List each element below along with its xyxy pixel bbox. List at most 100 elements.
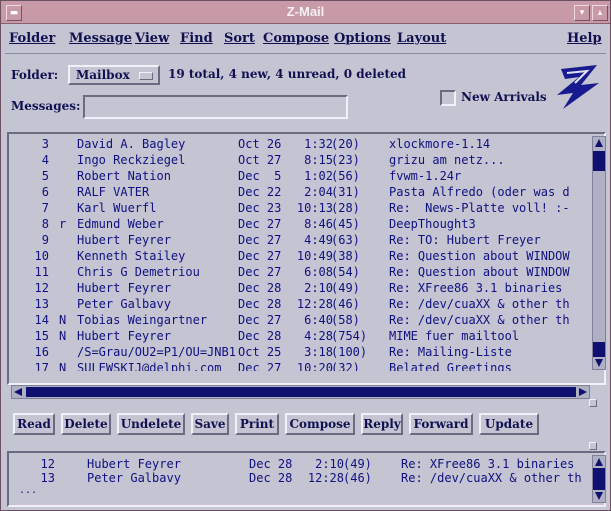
menu-options[interactable]: Options bbox=[334, 31, 391, 46]
table-row[interactable]: 14 N Tobias Weingartner Dec 27 6:40 (58) Re: /… bbox=[9, 313, 589, 329]
table-row[interactable]: 15 N Hubert Feyrer Dec 28 4:28 (754) MIME fuer… bbox=[9, 329, 589, 345]
message-size: (23) bbox=[331, 153, 360, 167]
reply-button[interactable]: Reply bbox=[361, 413, 403, 435]
message-list-vscrollbar[interactable] bbox=[592, 136, 606, 370]
message-time: 2:10 bbox=[304, 281, 333, 295]
message-num: 7 bbox=[41, 201, 49, 215]
menu-find[interactable]: Find bbox=[180, 31, 213, 46]
message-size: (754) bbox=[331, 329, 368, 343]
scroll-up-icon[interactable] bbox=[595, 139, 603, 147]
read-button[interactable]: Read bbox=[13, 413, 55, 435]
minimize-icon[interactable]: ▾ bbox=[574, 5, 590, 21]
message-date: Oct 26 bbox=[238, 137, 282, 151]
delete-button[interactable]: Delete bbox=[61, 413, 111, 435]
message-num: 3 bbox=[41, 137, 49, 151]
folder-value: Mailbox bbox=[76, 68, 130, 82]
option-menu-icon bbox=[139, 72, 153, 80]
menu-sort[interactable]: Sort bbox=[224, 31, 255, 46]
message-date: Dec 27 bbox=[238, 217, 282, 231]
message-from: David A. Bagley bbox=[77, 137, 186, 151]
menu-message[interactable]: Message bbox=[69, 31, 132, 46]
menu-compose[interactable]: Compose bbox=[263, 31, 329, 46]
preview-scroll-up-icon[interactable] bbox=[595, 458, 603, 466]
table-row[interactable]: 3 David A. Bagley Oct 26 1:32 (20) xlockmore-… bbox=[9, 137, 589, 153]
message-size: (32) bbox=[331, 361, 360, 371]
menu-layout[interactable]: Layout bbox=[397, 31, 446, 46]
message-list-hscroll-thumb[interactable] bbox=[26, 387, 576, 397]
message-size: (38) bbox=[331, 249, 360, 263]
table-row[interactable]: 9 Hubert Feyrer Dec 27 4:49 (63) Re: TO: Hube… bbox=[9, 233, 589, 249]
table-row[interactable]: 8 r Edmund Weber Dec 27 8:46 (45) DeepThought3 bbox=[9, 217, 589, 233]
message-from: /S=Grau/OU2=P1/OU=JNB1 bbox=[77, 345, 236, 359]
preview-scroll-thumb[interactable] bbox=[593, 468, 605, 490]
message-from: Hubert Feyrer bbox=[77, 329, 171, 343]
print-button[interactable]: Print bbox=[235, 413, 279, 435]
message-date: Dec 28 bbox=[238, 281, 282, 295]
message-size: (54) bbox=[331, 265, 360, 279]
message-list-scroll-thumb-end[interactable] bbox=[593, 342, 605, 357]
pane-sash-lower[interactable] bbox=[589, 442, 597, 450]
message-subject: Re: Question about WINDOW bbox=[389, 249, 570, 263]
preview-subject: Re: XFree86 3.1 binaries bbox=[401, 457, 575, 471]
message-list[interactable]: 3 David A. Bagley Oct 26 1:32 (20) xlockmore-… bbox=[7, 132, 606, 399]
message-list-scroll-thumb[interactable] bbox=[593, 151, 605, 171]
table-row[interactable]: 16/S=Grau/OU2=P1/OU=JNB1 Oct 25 3:18 (100) R… bbox=[9, 345, 589, 361]
menu-bar: Folder Message View Find Sort Compose Op… bbox=[5, 27, 606, 54]
message-date: Dec 28 bbox=[238, 297, 282, 311]
message-time: 10:13 bbox=[296, 201, 333, 215]
scroll-left-icon[interactable] bbox=[14, 388, 22, 396]
folder-status: 19 total, 4 new, 4 unread, 0 deleted bbox=[168, 67, 407, 81]
menu-help[interactable]: Help bbox=[567, 31, 602, 46]
table-row[interactable]: 12 Hubert Feyrer Dec 28 2:10 (49) Re: XFree86… bbox=[9, 281, 589, 297]
message-subject: grizu am netz... bbox=[389, 153, 505, 167]
scroll-down-icon[interactable] bbox=[595, 359, 603, 367]
table-row[interactable]: 13 Peter Galbavy Dec 28 12:28 (46) Re: /dev/c… bbox=[9, 297, 589, 313]
forward-button[interactable]: Forward bbox=[409, 413, 473, 435]
message-rows[interactable]: 3 David A. Bagley Oct 26 1:32 (20) xlockmore-… bbox=[9, 137, 589, 371]
table-row[interactable]: 4 Ingo Reckziegel Oct 27 8:15 (23) grizu am n… bbox=[9, 153, 589, 169]
message-flag: N bbox=[59, 361, 67, 371]
message-time: 6:08 bbox=[304, 265, 333, 279]
title-bar[interactable]: ▬ Z-Mail ▾ ▴ bbox=[1, 1, 610, 24]
message-flag: N bbox=[59, 313, 67, 327]
message-num: 10 bbox=[34, 249, 49, 263]
preview-vscrollbar[interactable] bbox=[592, 455, 606, 503]
message-time: 2:04 bbox=[304, 185, 333, 199]
preview-size: (46) bbox=[343, 471, 372, 485]
compose-button[interactable]: Compose bbox=[285, 413, 355, 435]
message-from: Tobias Weingartner bbox=[77, 313, 208, 327]
messages-input[interactable] bbox=[83, 95, 348, 119]
message-num: 9 bbox=[41, 233, 49, 247]
folder-label: Folder: bbox=[11, 68, 59, 82]
message-num: 4 bbox=[41, 153, 49, 167]
folder-option-menu[interactable]: Mailbox bbox=[68, 65, 160, 85]
message-from: Edmund Weber bbox=[77, 217, 164, 231]
scroll-right-icon[interactable] bbox=[579, 388, 587, 396]
new-arrivals-checkbox[interactable] bbox=[440, 90, 456, 106]
preview-time: 2:10 bbox=[315, 457, 344, 471]
message-date: Dec 5 bbox=[238, 169, 282, 183]
menu-folder[interactable]: Folder bbox=[9, 31, 55, 46]
maximize-icon[interactable]: ▴ bbox=[592, 5, 608, 21]
table-row[interactable]: 10 Kenneth Stailey Dec 27 10:49 (38) Re: Ques… bbox=[9, 249, 589, 265]
table-row[interactable]: 5 Robert Nation Dec 5 1:02 (56) fvwm-1.24r bbox=[9, 169, 589, 185]
preview-pane[interactable]: 12 Hubert Feyrer Dec 28 2:10 (49) Re: XFree86… bbox=[7, 451, 606, 507]
preview-date: Dec 28 bbox=[249, 471, 293, 485]
update-button[interactable]: Update bbox=[479, 413, 539, 435]
message-date: Oct 25 bbox=[238, 345, 282, 359]
message-subject: fvwm-1.24r bbox=[389, 169, 462, 183]
table-row[interactable]: 6 RALF VATER Dec 22 2:04 (31) Pasta Alfredo (… bbox=[9, 185, 589, 201]
table-row[interactable]: 7 Karl Wuerfl Dec 23 10:13 (28) Re: News-Plat… bbox=[9, 201, 589, 217]
table-row[interactable]: 11 Chris G Demetriou Dec 27 6:08 (54) Re: Que… bbox=[9, 265, 589, 281]
message-size: (100) bbox=[331, 345, 368, 359]
preview-scroll-down-icon[interactable] bbox=[595, 492, 603, 500]
preview-continuation: ... bbox=[19, 485, 38, 496]
menu-view[interactable]: View bbox=[135, 31, 169, 46]
preview-num: 12 bbox=[40, 457, 55, 471]
message-from: RALF VATER bbox=[77, 185, 150, 199]
table-row[interactable]: 17 N SULEWSKIJ@delphi.com Dec 27 10:20 (32) Be… bbox=[9, 361, 589, 371]
message-list-hscrollbar[interactable] bbox=[11, 385, 590, 399]
message-num: 11 bbox=[34, 265, 49, 279]
save-button[interactable]: Save bbox=[191, 413, 229, 435]
undelete-button[interactable]: Undelete bbox=[117, 413, 185, 435]
